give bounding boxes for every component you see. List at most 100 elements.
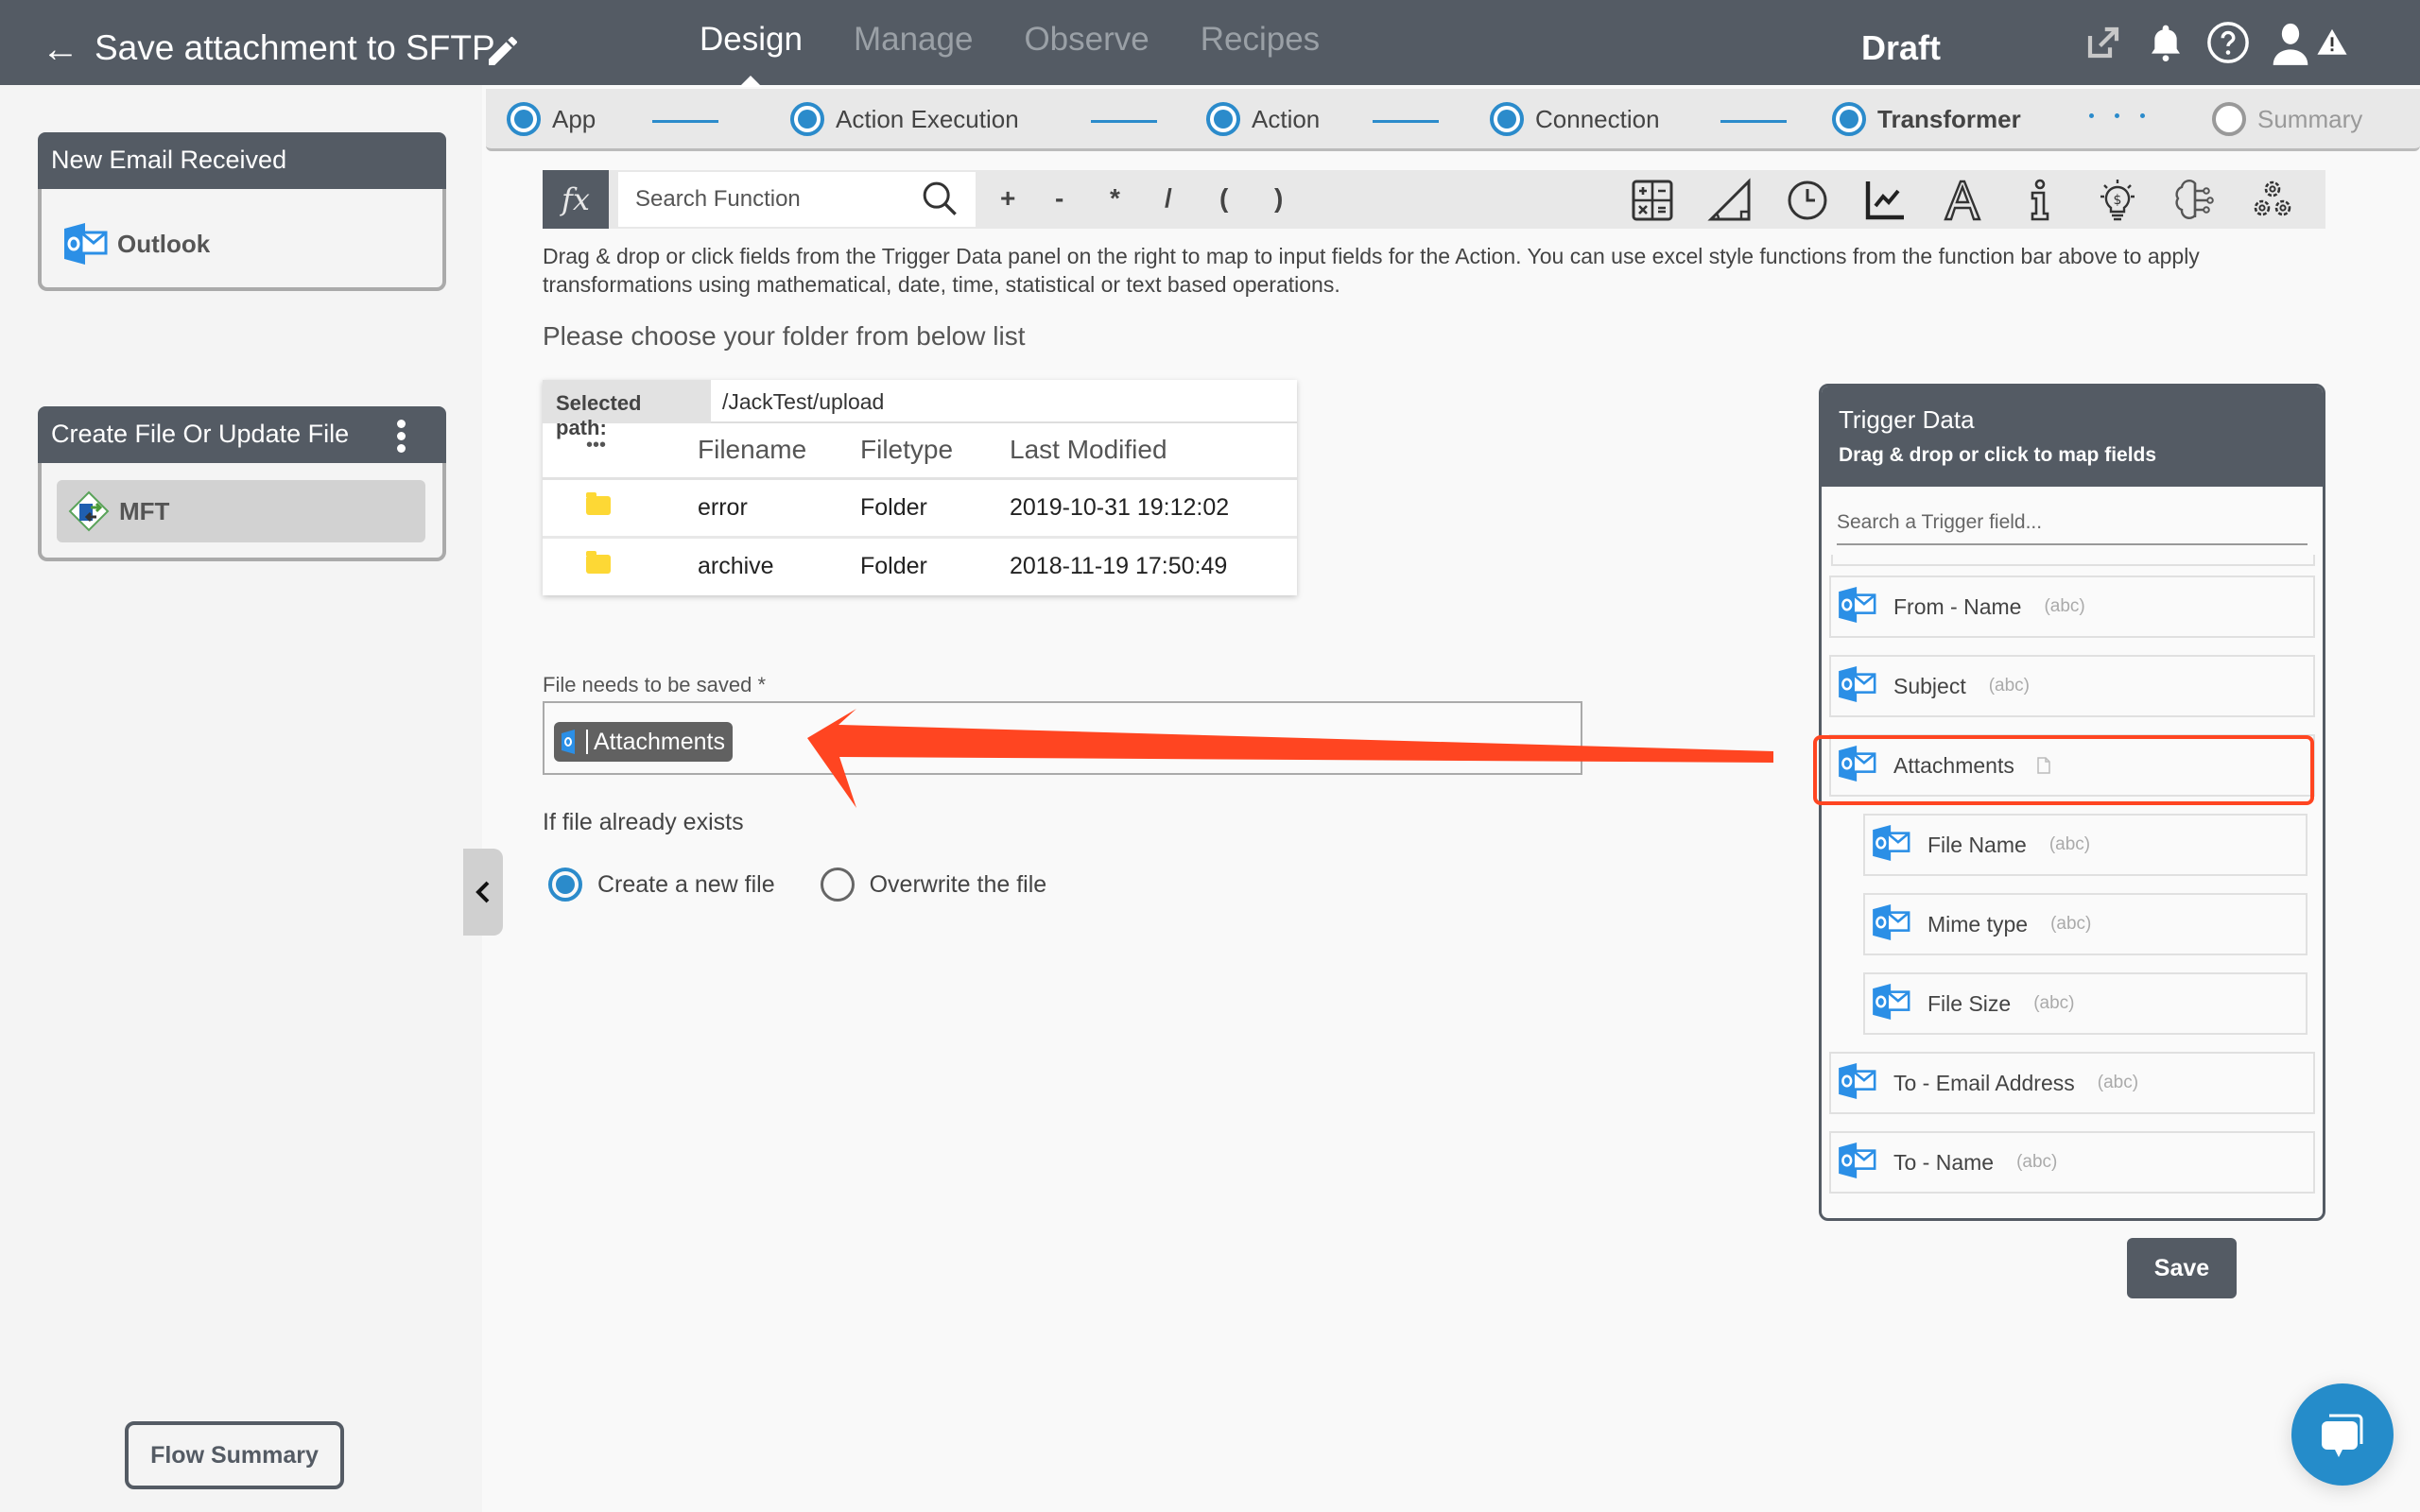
mapped-field-pill[interactable]: Attachments xyxy=(554,722,733,762)
flow-sidebar: New Email Received Outlook Create File O… xyxy=(0,85,482,1512)
back-arrow-icon[interactable]: ← xyxy=(42,30,79,68)
trigger-field-file-name[interactable]: File Name (abc) xyxy=(1863,814,2308,876)
help-icon[interactable] xyxy=(2204,19,2252,66)
table-row[interactable]: archive Folder 2018-11-19 17:50:49 xyxy=(543,537,1297,595)
operator-divide[interactable]: / xyxy=(1165,183,1219,214)
text-icon[interactable] xyxy=(1940,178,1985,223)
save-button[interactable]: Save xyxy=(2127,1238,2237,1298)
fx-icon[interactable]: fx xyxy=(543,170,609,229)
external-link-icon[interactable] xyxy=(2080,19,2127,66)
outlook-icon xyxy=(1839,1142,1876,1183)
operator-close-paren[interactable]: ) xyxy=(1274,183,1329,214)
gears-icon[interactable] xyxy=(2250,178,2295,223)
trigger-search-input[interactable] xyxy=(1837,502,2308,545)
outlook-icon xyxy=(562,730,575,754)
trigger-field-type: (abc) xyxy=(2044,596,2085,616)
trigger-data-panel: Trigger Data Drag & drop or click to map… xyxy=(1819,384,2325,1221)
step-action[interactable]: Action xyxy=(1206,102,1320,136)
step-todo-icon xyxy=(2212,102,2246,136)
step-transformer[interactable]: Transformer xyxy=(1832,102,2021,136)
outlook-icon xyxy=(1839,665,1876,707)
trigger-card-title: New Email Received xyxy=(51,146,287,174)
mapped-field-label: Attachments xyxy=(594,728,725,755)
outlook-icon xyxy=(1873,903,1910,945)
chevron-left-icon xyxy=(475,881,490,903)
trigger-field-from-name[interactable]: From - Name (abc) xyxy=(1829,576,2315,638)
outlook-icon xyxy=(1839,745,1876,786)
trigger-field-subject[interactable]: Subject (abc) xyxy=(1829,655,2315,717)
tab-observe[interactable]: Observe xyxy=(1024,21,1149,59)
function-category-icons: $ xyxy=(1630,178,2327,223)
step-connector xyxy=(652,120,718,123)
finance-bulb-icon[interactable]: $ xyxy=(2095,178,2140,223)
trigger-field-attachments[interactable]: Attachments xyxy=(1829,734,2315,797)
trigger-field-mime-type[interactable]: Mime type (abc) xyxy=(1863,893,2308,955)
more-options-icon[interactable] xyxy=(397,420,406,453)
trigger-app: Outlook xyxy=(64,223,210,265)
operator-multiply[interactable]: * xyxy=(1110,183,1165,214)
trigger-panel-header: Trigger Data Drag & drop or click to map… xyxy=(1822,387,2323,487)
chat-button[interactable] xyxy=(2291,1383,2394,1486)
outlook-icon xyxy=(1873,824,1910,866)
tab-recipes[interactable]: Recipes xyxy=(1201,21,1320,59)
statistics-chart-icon[interactable] xyxy=(1862,178,1908,223)
action-card-title: Create File Or Update File xyxy=(51,420,350,448)
ai-brain-icon[interactable] xyxy=(2172,178,2218,223)
flow-summary-button[interactable]: Flow Summary xyxy=(125,1421,344,1489)
step-label: Connection xyxy=(1535,104,1660,133)
tab-manage[interactable]: Manage xyxy=(854,21,973,59)
trigger-panel-subtitle: Drag & drop or click to map fields xyxy=(1839,444,2157,466)
file-field-label: File needs to be saved * xyxy=(543,673,767,696)
choose-folder-label: Please choose your folder from below lis… xyxy=(543,321,1026,351)
warning-icon[interactable] xyxy=(2308,19,2356,66)
column-filetype[interactable]: Filetype xyxy=(860,423,1010,480)
column-last-modified[interactable]: Last Modified xyxy=(1010,423,1297,480)
edit-pencil-icon[interactable] xyxy=(484,32,522,70)
radio-create-new-file[interactable]: Create a new file xyxy=(548,868,775,902)
step-connection[interactable]: Connection xyxy=(1490,102,1660,136)
trigger-field-to-email-address[interactable]: To - Email Address (abc) xyxy=(1829,1052,2315,1114)
flow-title[interactable]: Save attachment to SFTP xyxy=(95,28,495,68)
step-label: Action xyxy=(1252,104,1321,133)
selected-path-value: /JackTest/upload xyxy=(722,389,885,414)
trigger-app-name: Outlook xyxy=(117,229,211,258)
step-connector-pending xyxy=(2089,113,2145,118)
operator-open-paren[interactable]: ( xyxy=(1219,183,1274,214)
operator-plus[interactable]: + xyxy=(1000,183,1055,214)
trigonometry-icon[interactable] xyxy=(1707,178,1753,223)
step-summary[interactable]: Summary xyxy=(2212,102,2362,136)
file-field-input[interactable]: Attachments xyxy=(543,701,1582,775)
info-icon[interactable] xyxy=(2017,178,2063,223)
trigger-field-name: Attachments xyxy=(1893,752,2014,778)
trigger-field-to-name[interactable]: To - Name (abc) xyxy=(1829,1131,2315,1194)
action-card[interactable]: Create File Or Update File MFT xyxy=(38,406,446,561)
trigger-field-name: To - Email Address xyxy=(1893,1070,2075,1095)
mft-icon xyxy=(68,490,110,532)
operator-minus[interactable]: - xyxy=(1055,183,1110,214)
bell-icon[interactable] xyxy=(2142,19,2189,66)
column-filename[interactable]: Filename xyxy=(698,423,860,480)
user-icon[interactable] xyxy=(2267,19,2314,66)
parent-folder-button[interactable]: ••• xyxy=(543,423,698,480)
outlook-icon xyxy=(1839,586,1876,627)
pill-separator xyxy=(586,730,588,754)
collapse-sidebar-button[interactable] xyxy=(463,849,503,936)
folder-table: ••• Filename Filetype Last Modified erro… xyxy=(543,423,1297,595)
trigger-field-file-size[interactable]: File Size (abc) xyxy=(1863,972,2308,1035)
outlook-icon xyxy=(64,223,108,265)
tab-design[interactable]: Design xyxy=(700,21,803,87)
radio-overwrite-file[interactable]: Overwrite the file xyxy=(820,868,1046,902)
step-label: App xyxy=(552,104,596,133)
file-type-icon xyxy=(2014,757,2050,774)
math-calculator-icon[interactable] xyxy=(1630,178,1675,223)
trigger-card[interactable]: New Email Received Outlook xyxy=(38,132,446,291)
step-app[interactable]: App xyxy=(507,102,596,136)
table-row[interactable]: error Folder 2019-10-31 19:12:02 xyxy=(543,478,1297,539)
action-app[interactable]: MFT xyxy=(57,480,425,542)
clock-icon[interactable] xyxy=(1785,178,1830,223)
step-action-execution[interactable]: Action Execution xyxy=(790,102,1019,136)
file-exists-options: Create a new file Overwrite the file xyxy=(548,868,1092,902)
trigger-field-name: File Name xyxy=(1927,832,2027,857)
trigger-field-type: (abc) xyxy=(2097,1073,2139,1092)
search-icon[interactable] xyxy=(921,180,959,217)
